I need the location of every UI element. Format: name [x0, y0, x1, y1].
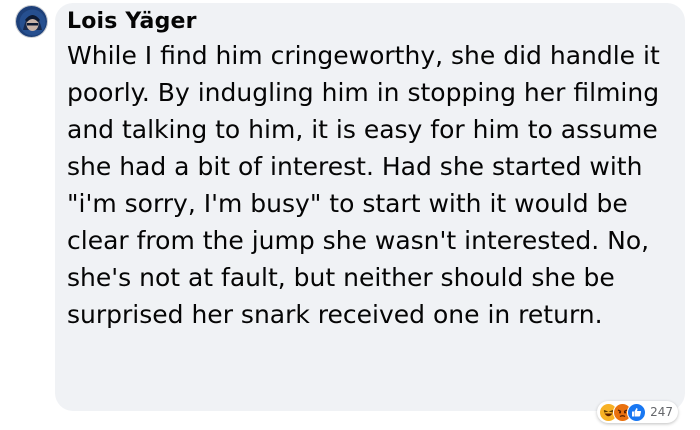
like-icon	[627, 402, 647, 422]
reactions-summary[interactable]: 247	[597, 401, 678, 423]
comment-text: While I find him cringeworthy, she did h…	[67, 41, 660, 329]
reaction-count: 247	[650, 405, 673, 419]
avatar[interactable]	[15, 5, 48, 38]
comment: Lois Yäger While I find him cringeworthy…	[0, 0, 700, 430]
comment-author[interactable]: Lois Yäger	[67, 8, 673, 36]
comment-bubble: Lois Yäger While I find him cringeworthy…	[55, 3, 685, 411]
